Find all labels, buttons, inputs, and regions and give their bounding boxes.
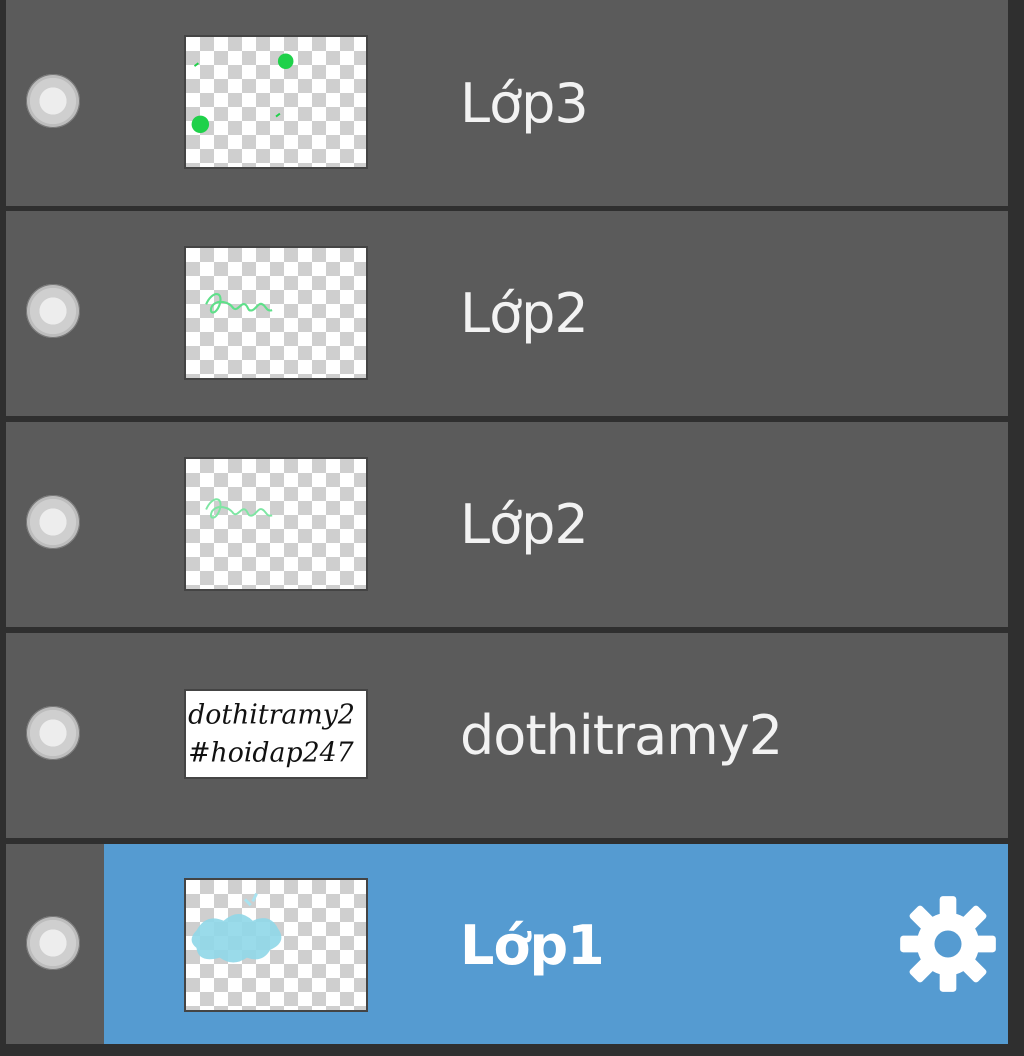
visibility-dot-icon[interactable]: [26, 284, 80, 338]
thumbnail-text-line-1: dothitramy2: [188, 699, 355, 730]
layer-row-lop2[interactable]: Lớp2: [6, 422, 1008, 627]
layer-row-lop1[interactable]: Lớp1: [6, 844, 1008, 1044]
visibility-dot-icon[interactable]: [26, 74, 80, 128]
layer-thumbnail: [184, 878, 368, 1012]
gear-icon[interactable]: [896, 892, 1000, 996]
visibility-dot-icon[interactable]: [26, 706, 80, 760]
layer-thumbnail: [184, 35, 368, 169]
layer-thumbnail: [184, 246, 368, 380]
layer-row-dothitramy2[interactable]: dothitramy2 #hoidap247 dothitramy2: [6, 633, 1008, 838]
layer-thumbnail: dothitramy2 #hoidap247: [184, 689, 368, 779]
layer-row-lop2[interactable]: Lớp2: [6, 211, 1008, 416]
visibility-dot-icon[interactable]: [26, 916, 80, 970]
layer-name: Lớp2: [460, 282, 589, 345]
layer-name: dothitramy2: [460, 704, 783, 767]
layer-thumbnail: [184, 457, 368, 591]
visibility-dot-icon[interactable]: [26, 495, 80, 549]
layer-name: Lớp1: [460, 914, 605, 977]
layer-name: Lớp2: [460, 493, 589, 556]
thumbnail-text-line-2: #hoidap247: [188, 738, 354, 769]
layer-name: Lớp3: [460, 72, 589, 135]
layers-panel: Lớp3 Lớp2 Lớp2 dothitramy2 #hoidap247 do…: [0, 0, 1024, 1056]
layer-row-lop3[interactable]: Lớp3: [6, 0, 1008, 206]
